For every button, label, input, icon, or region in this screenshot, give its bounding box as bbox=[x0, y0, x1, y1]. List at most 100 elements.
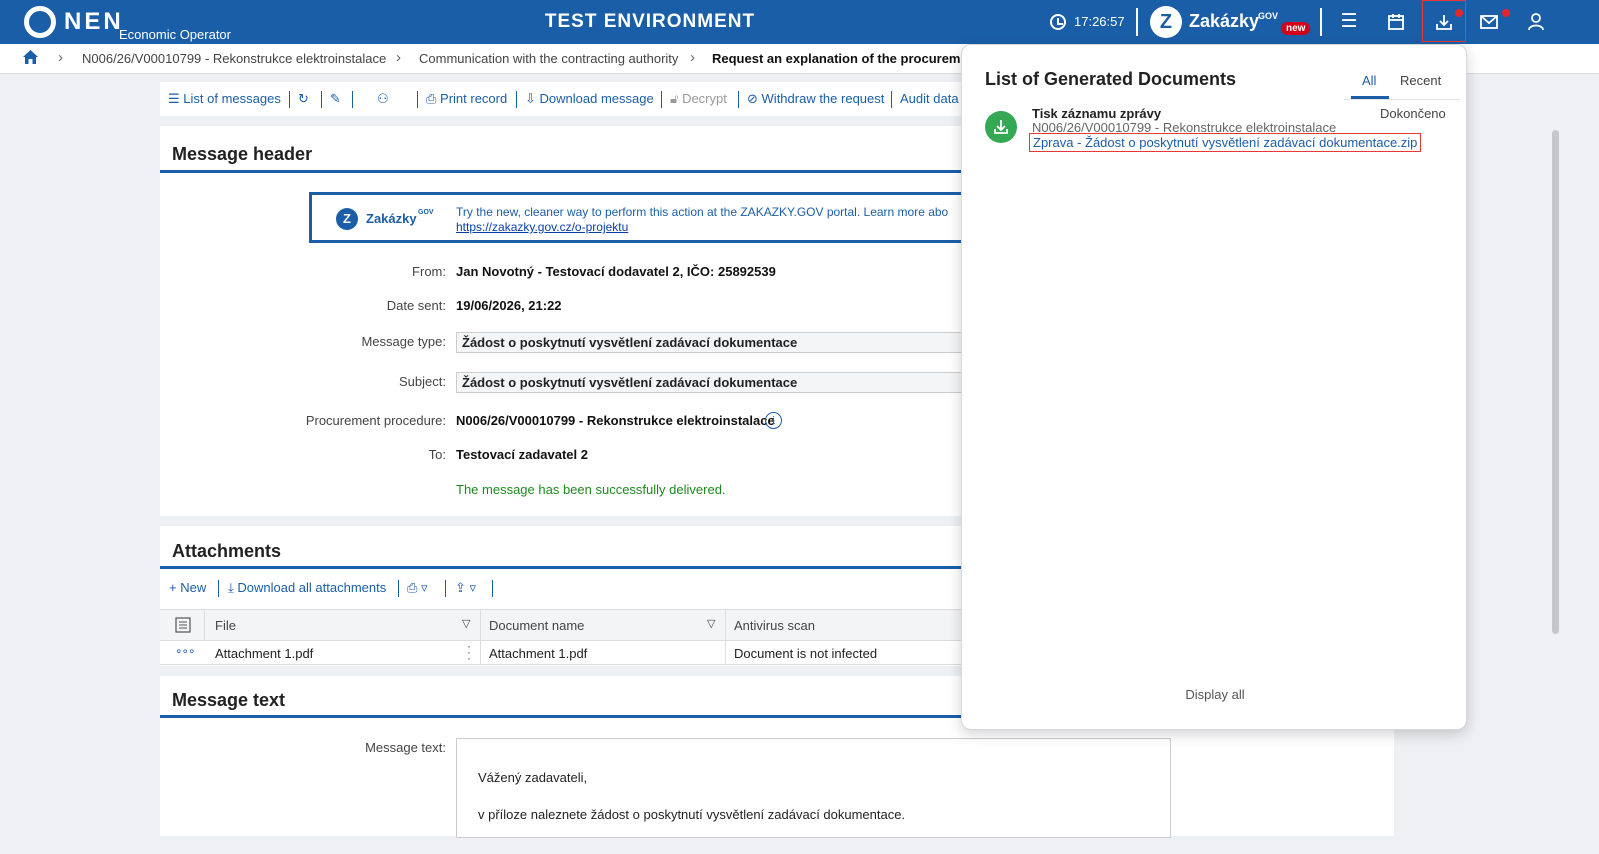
message-type-field: Žádost o poskytnutí vysvětlení zadávací … bbox=[456, 332, 976, 353]
decrypt-label: Decrypt bbox=[682, 91, 727, 106]
tab-underline bbox=[1351, 96, 1389, 99]
promo-text: Try the new, cleaner way to perform this… bbox=[456, 205, 949, 219]
document-download-link[interactable]: Zprava - Žádost o poskytnutí vysvětlení … bbox=[1029, 133, 1422, 152]
divider bbox=[516, 91, 517, 108]
column-label: Antivirus scan bbox=[734, 618, 815, 633]
list-icon: ☰ bbox=[168, 91, 180, 106]
tab-recent[interactable]: Recent bbox=[1400, 73, 1441, 88]
breadcrumb-communication[interactable]: Communication with the contracting autho… bbox=[419, 51, 678, 66]
message-line-1: Vážený zadavateli, bbox=[478, 770, 588, 785]
zakazky-logo-icon[interactable]: Z bbox=[1150, 6, 1182, 38]
column-label: Document name bbox=[489, 618, 585, 633]
print-record-label: Print record bbox=[440, 91, 508, 106]
date-sent-value: 19/06/2026, 21:22 bbox=[456, 298, 562, 313]
filter-icon[interactable]: ▽ bbox=[707, 617, 715, 630]
divider bbox=[289, 91, 290, 108]
divider bbox=[1136, 8, 1138, 36]
mail-notification-dot bbox=[1502, 9, 1510, 17]
antivirus-status: Document is not infected bbox=[734, 646, 878, 661]
logo-subtitle: Economic Operator bbox=[119, 27, 231, 42]
document-status: Dokončeno bbox=[1380, 106, 1446, 121]
download-doc-icon: ⇩ bbox=[525, 91, 536, 106]
environment-title: TEST ENVIRONMENT bbox=[544, 11, 756, 32]
column-settings-icon[interactable] bbox=[160, 610, 205, 640]
filter-icon[interactable]: ▽ bbox=[462, 617, 470, 630]
chevron-right-icon: › bbox=[58, 49, 63, 66]
audit-data-button[interactable]: Audit data bbox=[900, 91, 959, 106]
subject-label: Subject: bbox=[399, 374, 446, 389]
list-of-messages-label: List of messages bbox=[183, 91, 281, 106]
divider bbox=[661, 91, 662, 108]
clock-icon bbox=[1050, 14, 1066, 30]
breadcrumb-procedure[interactable]: N006/26/V00010799 - Rekonstrukce elektro… bbox=[82, 51, 386, 66]
to-label: To: bbox=[428, 447, 446, 462]
top-bar: NEN Economic Operator TEST ENVIRONMENT 1… bbox=[0, 0, 1599, 44]
download-icon[interactable] bbox=[1422, 0, 1466, 42]
chevron-right-icon: › bbox=[690, 49, 695, 66]
new-attachment-button[interactable]: + New bbox=[169, 580, 206, 595]
calendar-icon[interactable] bbox=[1376, 6, 1416, 38]
plus-icon: + bbox=[169, 580, 177, 595]
divider bbox=[321, 91, 322, 108]
message-line-2: v příloze naleznete žádost o poskytnutí … bbox=[478, 807, 906, 822]
scrollbar-thumb[interactable] bbox=[1552, 130, 1559, 634]
download-message-button[interactable]: ⇩ Download message bbox=[525, 91, 654, 107]
download-complete-icon[interactable] bbox=[985, 111, 1017, 143]
info-icon[interactable]: i bbox=[765, 412, 782, 429]
print-record-button[interactable]: ⎙ Print record bbox=[426, 91, 507, 107]
logo-text[interactable]: NEN bbox=[64, 8, 124, 36]
printer-icon: ⎙ bbox=[426, 91, 437, 106]
row-actions-icon[interactable]: · · · bbox=[467, 640, 471, 664]
from-label: From: bbox=[412, 264, 446, 279]
row-menu-icon[interactable]: ∘∘∘ bbox=[160, 641, 205, 664]
withdraw-request-button[interactable]: ⊘ Withdraw the request bbox=[747, 91, 884, 107]
export-dropdown-icon[interactable]: ⇪ ▿ bbox=[455, 580, 476, 596]
divider bbox=[417, 91, 418, 108]
tab-rule bbox=[1344, 99, 1460, 100]
decrypt-button[interactable]: 🔓︎ Decrypt bbox=[670, 91, 727, 107]
procedure-value: N006/26/V00010799 - Rekonstrukce elektro… bbox=[456, 413, 775, 428]
withdraw-icon: ⊘ bbox=[747, 91, 758, 106]
divider bbox=[492, 580, 493, 597]
divider bbox=[445, 580, 446, 597]
menu-icon[interactable]: ☰ bbox=[1329, 6, 1369, 38]
nen-logo-icon[interactable] bbox=[24, 6, 56, 38]
session-clock: 17:26:57 bbox=[1074, 14, 1125, 29]
zakazky-gov: GOV bbox=[1258, 11, 1279, 21]
attachments-title: Attachments bbox=[172, 541, 282, 561]
print-dropdown-icon[interactable]: ⎙ ▿ bbox=[407, 580, 428, 596]
list-of-messages-button[interactable]: ☰ List of messages bbox=[168, 91, 281, 107]
column-header-file[interactable]: File ▽ bbox=[205, 610, 481, 640]
withdraw-request-label: Withdraw the request bbox=[761, 91, 885, 106]
message-text-body: Vážený zadavateli, v příloze naleznete ž… bbox=[456, 738, 1171, 838]
date-sent-label: Date sent: bbox=[386, 298, 446, 313]
display-all-link[interactable]: Display all bbox=[962, 687, 1468, 702]
divider bbox=[218, 580, 219, 597]
promo-brand-gov: GOV bbox=[418, 209, 434, 216]
column-header-document-name[interactable]: Document name ▽ bbox=[481, 610, 726, 640]
divider bbox=[891, 91, 892, 108]
badge-icon[interactable]: ⚇ bbox=[377, 91, 389, 107]
document-name: Attachment 1.pdf bbox=[489, 646, 588, 661]
column-label: File bbox=[215, 618, 236, 633]
tab-all[interactable]: All bbox=[1362, 73, 1376, 88]
generated-documents-popup: List of Generated Documents All Recent T… bbox=[961, 44, 1467, 730]
divider bbox=[738, 91, 739, 108]
message-header-title: Message header bbox=[172, 144, 313, 164]
download-icon: ⤓ bbox=[228, 580, 234, 595]
promo-link[interactable]: https://zakazky.gov.cz/o-projektu bbox=[456, 220, 628, 234]
from-value: Jan Novotný - Testovací dodavatel 2, IČO… bbox=[456, 264, 776, 279]
user-icon[interactable] bbox=[1516, 6, 1556, 38]
message-text-title: Message text bbox=[172, 690, 286, 710]
home-icon[interactable] bbox=[22, 49, 39, 70]
divider bbox=[1320, 8, 1322, 36]
download-all-attachments-button[interactable]: ⤓ Download all attachments bbox=[228, 580, 386, 596]
breadcrumb-current: Request an explanation of the procuremen… bbox=[712, 51, 992, 66]
refresh-icon[interactable]: ↻ bbox=[298, 91, 309, 107]
cell-document-name: Attachment 1.pdf bbox=[481, 641, 726, 664]
zakazky-brand[interactable]: Zakázky bbox=[1189, 11, 1259, 32]
cell-file[interactable]: Attachment 1.pdf · · · bbox=[205, 640, 481, 664]
edit-icon[interactable]: ✎ bbox=[330, 91, 341, 107]
lock-icon: 🔓︎ bbox=[670, 91, 679, 106]
divider bbox=[352, 91, 353, 108]
